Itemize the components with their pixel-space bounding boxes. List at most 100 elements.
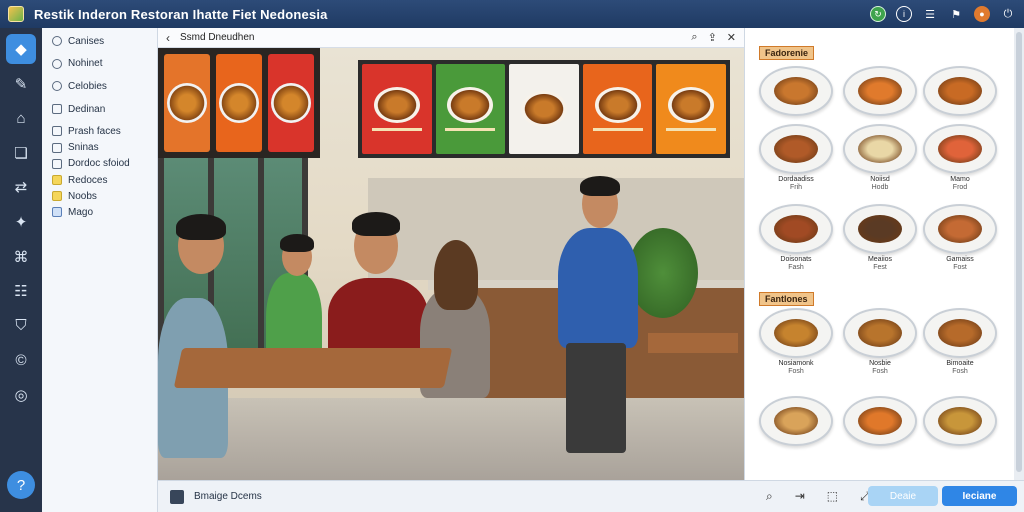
sidebar-item-label: Dedinan — [68, 103, 106, 115]
dish-name: Doisonats — [780, 256, 812, 263]
checkbox-icon — [52, 126, 62, 137]
sidebar-item-canises[interactable]: Canises — [42, 33, 157, 50]
dish-card[interactable] — [921, 396, 999, 446]
dish-food-image — [858, 319, 902, 347]
dish-price: Fash — [788, 264, 804, 271]
section-label: Fantlones — [759, 292, 814, 306]
menu-board — [164, 54, 210, 152]
gamepad-icon[interactable]: ◎ — [6, 380, 36, 410]
dish-card[interactable]: Noiisd Hodb — [841, 124, 919, 192]
dish-image — [594, 87, 641, 123]
sidebar-item-nohinet[interactable]: Nohinet — [42, 56, 157, 73]
dish-card[interactable]: Meaiios Fest — [841, 204, 919, 272]
left-rail: ◆ ✎ ⌂ ❏ ⇄ ✦ ⌘ ☷ ⛉ © ◎ ? — [0, 28, 42, 512]
dish-card[interactable] — [757, 66, 835, 116]
menu-text-line — [666, 128, 717, 131]
dish-food-image — [774, 77, 818, 105]
sidebar-item-label: Sninas — [68, 142, 99, 154]
dish-card[interactable] — [921, 66, 999, 116]
sidebar-item-sninas[interactable]: Sninas — [42, 140, 157, 156]
sidebar-item-prash-faces[interactable]: Prash faces — [42, 123, 157, 139]
dish-card[interactable] — [757, 396, 835, 446]
menu-icon[interactable]: ☰ — [922, 6, 938, 22]
secondary-button[interactable]: Deaie — [868, 486, 938, 506]
status-actions: ⌕ ⇥ ⬚ ⤢ — [766, 489, 870, 504]
document-icon[interactable]: ❏ — [6, 138, 36, 168]
back-arrow-icon[interactable]: ‹ — [166, 31, 170, 45]
primary-button[interactable]: Ieciane — [942, 486, 1017, 506]
bulb-icon[interactable]: ✦ — [6, 207, 36, 237]
dish-food-image — [774, 135, 818, 163]
copyright-icon[interactable]: © — [6, 345, 36, 375]
person-blue-shirt — [558, 228, 638, 348]
list-icon[interactable]: ☷ — [6, 276, 36, 306]
diamond-icon[interactable]: ◆ — [6, 34, 36, 64]
dish-image — [668, 87, 715, 123]
person-hair — [580, 176, 620, 196]
info-icon[interactable]: i — [896, 6, 912, 22]
dish-card[interactable]: Gamaiss Fost — [921, 204, 999, 272]
dish-price: Fosh — [952, 368, 968, 375]
dish-name: Bimoaite — [946, 360, 974, 367]
bookmark-icon[interactable]: ⚑ — [948, 6, 964, 22]
sidebar-item-dordoc[interactable]: Dordoc sfoiod — [42, 156, 157, 172]
dish-image — [219, 83, 259, 123]
sidebar-item-noobs[interactable]: Noobs — [42, 188, 157, 204]
menu-text-line — [445, 128, 496, 131]
dish-name: Mamo — [950, 176, 970, 183]
search-icon[interactable]: ⌕ — [766, 489, 773, 504]
power-icon[interactable]: ⏻ — [1000, 6, 1016, 22]
dish-food-image — [938, 407, 982, 435]
breadcrumb: Ssmd Dneudhen — [180, 32, 255, 43]
pin-icon[interactable]: ✎ — [6, 69, 36, 99]
person-hair — [434, 240, 478, 310]
scrollbar[interactable] — [1014, 28, 1024, 480]
sidebar-item-dedinan[interactable]: Dedinan — [42, 101, 157, 118]
dish-card[interactable]: Doisonats Fash — [757, 204, 835, 272]
refresh-icon[interactable]: ↻ — [870, 6, 886, 22]
person-hair — [352, 212, 400, 236]
dish-plate-image — [923, 204, 997, 254]
bag-icon[interactable]: ⌘ — [6, 242, 36, 272]
user-avatar-icon[interactable]: ● — [974, 6, 990, 22]
dish-card[interactable] — [841, 396, 919, 446]
close-icon[interactable]: ✕ — [727, 31, 736, 44]
search-icon[interactable]: ⌕ — [691, 31, 697, 44]
help-icon[interactable]: ? — [7, 471, 35, 500]
home-icon[interactable]: ⌂ — [6, 103, 36, 133]
app-logo-icon — [8, 6, 24, 22]
checkbox-icon — [52, 175, 62, 186]
sidebar-item-mago[interactable]: Mago — [42, 204, 157, 220]
person-pants — [566, 343, 626, 453]
dish-image — [520, 91, 567, 127]
sidebar-item-redoces[interactable]: Redoces — [42, 172, 157, 188]
share-icon[interactable]: ⇪ — [708, 31, 717, 44]
radio-icon — [52, 36, 62, 47]
dish-plate-image — [843, 396, 917, 446]
dish-plate-image — [843, 66, 917, 116]
dish-plate-image — [759, 308, 833, 358]
dish-card[interactable] — [841, 66, 919, 116]
share-icon[interactable]: ⇄ — [6, 172, 36, 202]
shield-icon[interactable]: ⛉ — [6, 311, 36, 341]
menu-panel — [656, 64, 726, 154]
checkbox-icon — [52, 191, 62, 202]
share-icon[interactable]: ⇥ — [795, 489, 805, 504]
scroll-thumb[interactable] — [1016, 32, 1022, 472]
dish-card[interactable]: Mamo Frod — [921, 124, 999, 192]
checkbox-icon — [52, 207, 62, 218]
menu-text-line — [371, 128, 422, 131]
dish-card[interactable]: Bimoaite Fosh — [921, 308, 999, 376]
plant — [628, 228, 698, 318]
sidebar-item-label: Nohinet — [68, 58, 103, 70]
dish-price: Fosh — [872, 368, 888, 375]
checkbox-icon — [52, 104, 62, 115]
crop-icon[interactable]: ⬚ — [827, 489, 838, 504]
menu-text-line — [592, 128, 643, 131]
dish-card[interactable]: Dordaadiss Frih — [757, 124, 835, 192]
dish-plate-image — [923, 124, 997, 174]
radio-icon — [52, 58, 62, 69]
dish-card[interactable]: Nosbie Fosh — [841, 308, 919, 376]
dish-card[interactable]: Nosiamonk Fosh — [757, 308, 835, 376]
sidebar-item-celobies[interactable]: Celobies — [42, 78, 157, 95]
